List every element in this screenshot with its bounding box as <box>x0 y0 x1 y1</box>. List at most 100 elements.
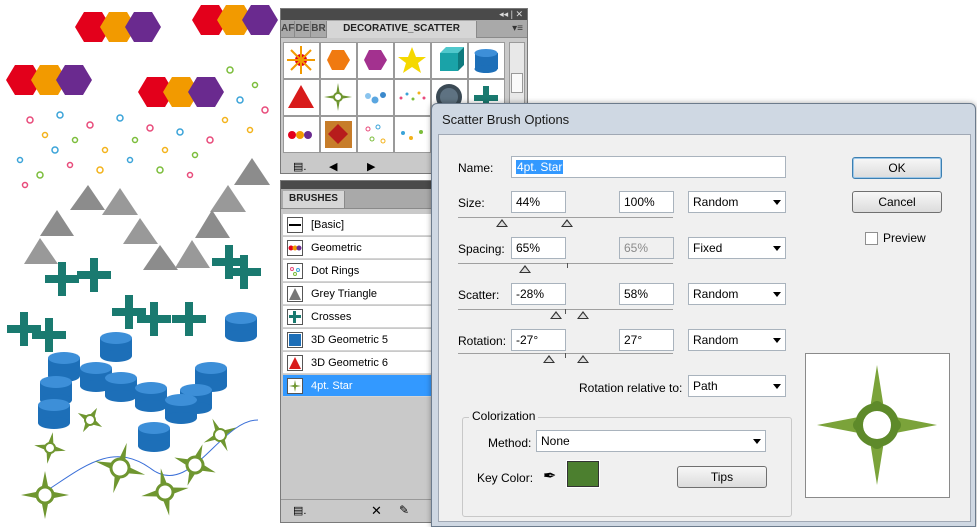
scatter-min-slider-thumb[interactable] <box>550 311 562 319</box>
eyedropper-icon[interactable]: ✒ <box>543 466 556 486</box>
spacing-slider-tick <box>567 263 568 268</box>
hexagon-cluster <box>192 5 278 35</box>
green-star-swatch[interactable] <box>320 79 357 116</box>
chevron-down-icon <box>773 200 781 205</box>
spacing-slider-thumb[interactable] <box>519 265 531 273</box>
rotation-min-slider-thumb[interactable] <box>543 355 555 363</box>
size-min-field[interactable]: 44% <box>511 191 566 213</box>
panel-menu-icon[interactable]: ▾≡ <box>512 23 523 34</box>
brush-label: 3D Geometric 5 <box>311 334 389 346</box>
list-item[interactable]: Geometric <box>283 237 439 259</box>
list-item[interactable]: 3D Geometric 6 <box>283 352 439 374</box>
crosses-brush-icon <box>287 309 303 325</box>
geometric-brush-icon <box>287 240 303 256</box>
tips-button[interactable]: Tips <box>677 466 767 488</box>
name-field[interactable]: 4pt. Star <box>511 156 786 178</box>
tab-de[interactable]: DE <box>295 21 311 38</box>
ok-button[interactable]: OK <box>852 157 942 179</box>
colored-balls-swatch[interactable] <box>283 116 320 153</box>
rotation-method-value: Random <box>693 333 739 347</box>
panel-titlebar[interactable]: ◂◂ | ✕ <box>281 9 527 20</box>
scatter-method-select[interactable]: Random <box>688 283 786 305</box>
tab-brushes[interactable]: BRUSHES <box>283 191 345 208</box>
panel-tabs: AF DE BR DECORATIVE_SCATTER ▾≡ <box>281 20 527 38</box>
hexagon-cluster <box>138 77 224 107</box>
scatter-max-field[interactable]: 58% <box>619 283 674 305</box>
rotation-relative-value: Path <box>693 379 718 393</box>
yellow-star-swatch[interactable] <box>394 42 431 79</box>
artboard-artwork[interactable] <box>0 0 280 527</box>
key-color-swatch[interactable] <box>566 460 600 488</box>
rotation-relative-select[interactable]: Path <box>688 375 786 397</box>
3d-geometric-5-brush-icon <box>287 332 303 348</box>
tab-af[interactable]: AF <box>281 21 295 38</box>
brushes-panel-footer: ▤. ✕ ✎ <box>281 499 439 523</box>
rotation-max-field[interactable]: 27° <box>619 329 674 351</box>
grey-triangle-scatter <box>24 158 270 270</box>
4pt-star-preview-icon <box>817 365 937 485</box>
orange-hexagon-swatch[interactable] <box>320 42 357 79</box>
dot-rings-swatch[interactable] <box>357 116 394 153</box>
rotation-slider-tick <box>565 353 566 358</box>
scatter-dots-swatch[interactable] <box>394 116 431 153</box>
sunburst-swatch[interactable] <box>283 42 320 79</box>
brush-label: Dot Rings <box>311 265 360 277</box>
red-diamond-swatch[interactable] <box>320 116 357 153</box>
list-item[interactable]: 3D Geometric 5 <box>283 329 439 351</box>
brush-preview <box>805 353 950 498</box>
confetti-swatch[interactable] <box>394 79 431 116</box>
chevron-down-icon <box>753 439 761 444</box>
spacing-method-value: Fixed <box>693 241 723 255</box>
brush-library-menu-icon[interactable]: ▤. <box>293 504 306 517</box>
size-min-slider-thumb[interactable] <box>496 219 508 227</box>
red-pyramid-swatch[interactable] <box>283 79 320 116</box>
tab-decorative-scatter[interactable]: DECORATIVE_SCATTER <box>327 21 477 38</box>
scatter-min-field[interactable]: -28% <box>511 283 566 305</box>
scatter-brush-options-dialog: Scatter Brush Options Name: 4pt. Star Si… <box>431 103 976 527</box>
brush-label: [Basic] <box>311 219 345 231</box>
chevron-down-icon <box>773 292 781 297</box>
name-value: 4pt. Star <box>516 160 564 174</box>
dialog-body: Name: 4pt. Star Size: 44% 100% Random Sp… <box>438 134 971 522</box>
preview-label: Preview <box>883 231 926 245</box>
dialog-title: Scatter Brush Options <box>442 112 570 127</box>
cancel-button[interactable]: Cancel <box>852 191 942 213</box>
rotation-max-slider-thumb[interactable] <box>577 355 589 363</box>
brush-options-icon[interactable]: ✎ <box>399 503 409 517</box>
remove-stroke-icon[interactable]: ✕ <box>371 503 382 519</box>
next-library-icon[interactable]: ▶ <box>367 160 375 173</box>
list-item[interactable]: Grey Triangle <box>283 283 439 305</box>
library-menu-icon[interactable]: ▤. <box>293 160 306 173</box>
size-max-field[interactable]: 100% <box>619 191 674 213</box>
list-item[interactable]: Crosses <box>283 306 439 328</box>
rotation-relative-label: Rotation relative to: <box>579 381 683 395</box>
size-method-select[interactable]: Random <box>688 191 786 213</box>
blue-dots-swatch[interactable] <box>357 79 394 116</box>
scatter-slider-tick <box>565 309 566 314</box>
previous-library-icon[interactable]: ◀ <box>329 160 337 173</box>
preview-checkbox[interactable] <box>865 232 878 245</box>
list-item[interactable]: Dot Rings <box>283 260 439 282</box>
panel-titlebar[interactable] <box>281 181 439 189</box>
list-item[interactable]: [Basic] <box>283 214 439 236</box>
spacing-min-field[interactable]: 65% <box>511 237 566 259</box>
scatter-max-slider-thumb[interactable] <box>577 311 589 319</box>
key-color-label: Key Color: <box>477 471 534 485</box>
tab-br[interactable]: BR <box>311 21 327 38</box>
scatter-label: Scatter: <box>458 288 500 302</box>
rotation-method-select[interactable]: Random <box>688 329 786 351</box>
blue-cylinder-swatch[interactable] <box>468 42 505 79</box>
teal-cube-swatch[interactable] <box>431 42 468 79</box>
chevron-down-icon <box>773 384 781 389</box>
chevron-down-icon <box>773 338 781 343</box>
colorization-method-value: None <box>541 434 570 448</box>
purple-hexagon-swatch[interactable] <box>357 42 394 79</box>
rotation-min-field[interactable]: -27° <box>511 329 566 351</box>
size-max-slider-thumb[interactable] <box>561 219 573 227</box>
scroll-thumb[interactable] <box>511 73 523 93</box>
colorization-method-select[interactable]: None <box>536 430 766 452</box>
brush-list: [Basic] Geometric Dot Rings Grey Triangl… <box>283 214 439 486</box>
scatter-method-value: Random <box>693 287 739 301</box>
list-item-selected[interactable]: 4pt. Star <box>283 375 439 397</box>
spacing-method-select[interactable]: Fixed <box>688 237 786 259</box>
